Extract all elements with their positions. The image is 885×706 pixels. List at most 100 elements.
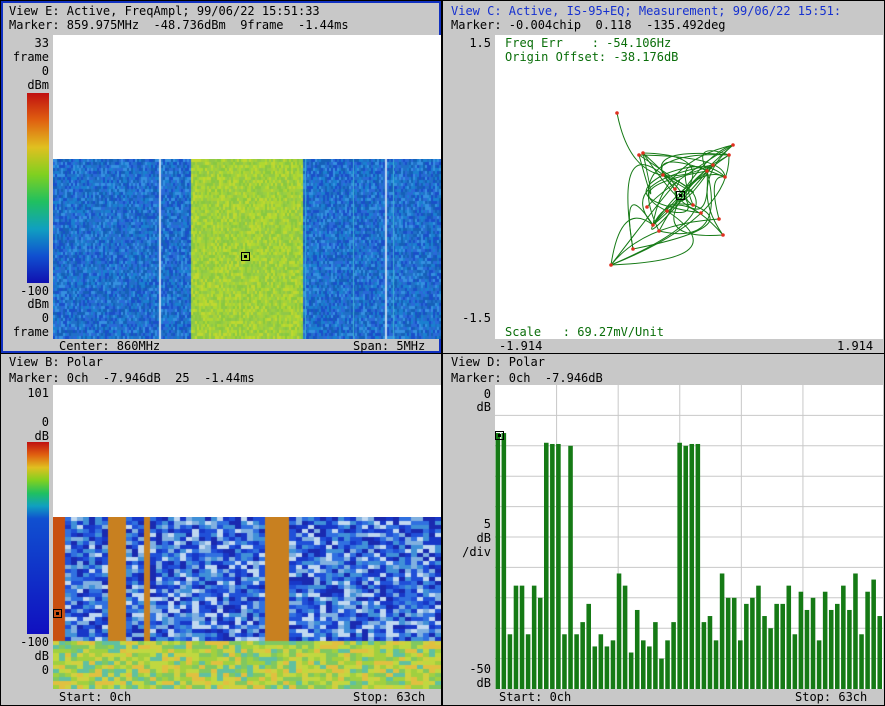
code-channel-bar: [580, 622, 585, 689]
constellation-trajectory: [610, 210, 694, 266]
constellation-point: [699, 211, 703, 215]
code-channel-bar: [713, 640, 719, 689]
code-channel-bar: [804, 609, 810, 689]
constellation-point: [711, 163, 715, 167]
x-axis-max: 1.914: [837, 339, 874, 353]
code-channel-bar: [871, 579, 876, 689]
scale-readout: Scale : 69.27mV/Unit: [505, 325, 664, 339]
marker-icon[interactable]: [495, 431, 504, 440]
marker-icon[interactable]: [241, 252, 250, 261]
view-e-marker-readout: Marker: 859.975MHz -48.736dBm 9frame -1.…: [9, 18, 349, 32]
code-channel-bar: [659, 658, 664, 689]
frames-bottom-value: 0: [41, 311, 49, 325]
view-c-panel[interactable]: View C: Active, IS-95+EQ; Measurement; 9…: [443, 1, 884, 353]
code-channel-bar: [786, 585, 792, 689]
color-scale-bar: [27, 93, 49, 283]
y-axis-top-unit: dB: [476, 400, 491, 414]
constellation-point: [731, 143, 735, 147]
code-channel-bar: [756, 585, 761, 689]
code-channel-bar: [544, 442, 549, 689]
code-channel-bar: [859, 634, 864, 689]
code-channel-bar: [610, 640, 616, 689]
code-channel-bar: [774, 603, 779, 689]
y-axis-bottom-unit: dB: [476, 676, 491, 690]
code-channel-bar: [556, 443, 561, 689]
code-channel-bar: [701, 622, 707, 689]
view-c-marker-readout: Marker: -0.004chip 0.118 -135.492deg: [451, 18, 726, 32]
code-channel-bar: [641, 640, 646, 689]
view-d-panel[interactable]: View D: Polar Marker: 0ch -7.946dB 0 dB …: [443, 354, 884, 705]
code-channel-bar: [568, 445, 573, 689]
code-channel-bar: [828, 609, 834, 689]
constellation-point: [637, 153, 641, 157]
view-b-header: View B: Polar: [9, 355, 103, 369]
stop-channel-label: Stop: 63ch: [795, 690, 868, 704]
code-domain-canvas: [53, 517, 441, 689]
stop-channel-label: Stop: 63ch: [353, 690, 426, 704]
constellation-point: [661, 173, 665, 177]
code-channel-bar: [550, 443, 555, 689]
center-frequency-label: Center: 860MHz: [59, 339, 161, 353]
code-channel-bar: [531, 585, 537, 689]
code-channel-bar: [816, 640, 822, 689]
color-scale-bar: [27, 442, 49, 634]
constellation-point: [723, 175, 727, 179]
code-channel-bar: [731, 597, 737, 689]
constellation-point: [721, 233, 725, 237]
scale-per-div: /div: [462, 545, 491, 559]
code-channel-bar: [653, 622, 658, 689]
start-channel-label: Start: 0ch: [59, 690, 132, 704]
code-channel-bar: [847, 609, 852, 689]
code-channel-bar: [507, 634, 513, 689]
frames-top-unit: frame: [12, 50, 49, 64]
view-c-header: View C: Active, IS-95+EQ; Measurement; 9…: [451, 4, 842, 18]
bar-chart-svg: [495, 385, 883, 689]
y-axis-min: -1.5: [462, 311, 491, 325]
code-channel-bar: [604, 646, 610, 689]
constellation-point: [665, 209, 669, 213]
code-channel-bar: [665, 640, 670, 689]
code-domain-spectrogram[interactable]: [53, 385, 441, 689]
code-channel-bar: [574, 634, 579, 689]
code-channel-bar: [719, 573, 725, 689]
view-b-marker-readout: Marker: 0ch -7.946dB 25 -1.44ms: [9, 371, 255, 385]
frames-bottom-unit: frame: [12, 325, 49, 339]
constellation-point: [651, 223, 655, 227]
code-channel-bar: [537, 597, 543, 689]
view-d-header: View D: Polar: [451, 355, 545, 369]
marker-icon[interactable]: [53, 609, 62, 618]
level-bottom-unit: dBm: [27, 297, 49, 311]
code-channel-bar: [762, 616, 767, 689]
constellation-plot[interactable]: Freq Err : -54.106Hz Origin Offset: -38.…: [495, 35, 883, 339]
code-channel-bar: [841, 585, 846, 689]
view-e-panel[interactable]: View E: Active, FreqAmpl; 99/06/22 15:51…: [1, 1, 441, 353]
constellation-point: [615, 111, 619, 115]
spectrogram-canvas: [53, 159, 441, 339]
code-channel-bar: [683, 445, 688, 689]
y-axis-max: 1.5: [469, 36, 491, 50]
code-channel-bar: [865, 591, 870, 689]
level-top-value: 0: [41, 415, 49, 429]
code-channel-bar: [519, 585, 525, 689]
code-channel-bar: [598, 634, 604, 689]
level-bottom-value: -100: [20, 635, 49, 649]
code-channel-bar: [513, 585, 519, 689]
view-b-panel[interactable]: View B: Polar Marker: 0ch -7.946dB 25 -1…: [1, 354, 441, 705]
code-channel-bar: [707, 616, 713, 689]
code-channel-bar: [592, 646, 598, 689]
x-axis-min: -1.914: [499, 339, 543, 353]
code-channel-bar: [628, 652, 634, 689]
spectrogram-plot[interactable]: [53, 35, 441, 339]
constellation-point: [609, 263, 613, 267]
frames-top-value: 33: [34, 36, 49, 50]
view-d-marker-readout: Marker: 0ch -7.946dB: [451, 371, 603, 385]
code-domain-power-chart[interactable]: [495, 385, 883, 689]
constellation-point: [657, 229, 661, 233]
code-channel-bar: [525, 634, 531, 689]
code-channel-bar: [677, 442, 682, 689]
code-channel-bar: [877, 616, 882, 689]
frames-top-value: 101: [27, 386, 49, 400]
code-channel-bar: [792, 634, 798, 689]
code-channel-bar: [501, 433, 507, 689]
marker-icon[interactable]: [676, 191, 685, 200]
